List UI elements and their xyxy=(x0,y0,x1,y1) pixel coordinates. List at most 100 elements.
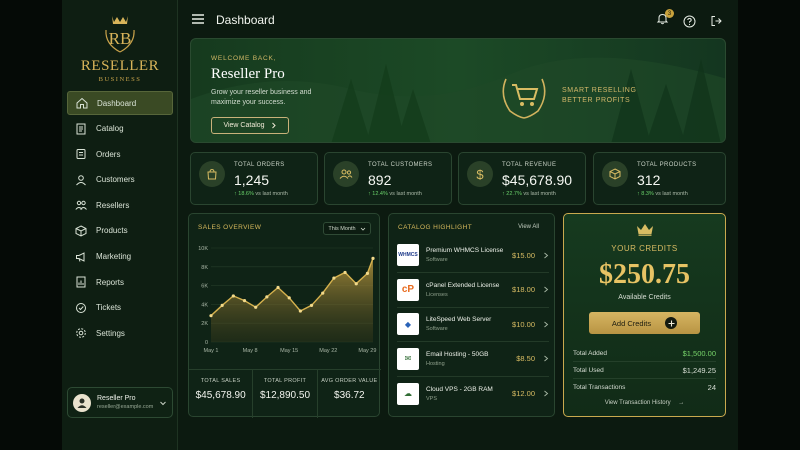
chevron-right-icon xyxy=(544,321,549,328)
data-point xyxy=(287,296,291,300)
catalog-item[interactable]: cP cPanel Extended License Licenses $18.00 xyxy=(397,273,549,308)
catalog-item-price: $12.00 xyxy=(512,389,535,399)
stat-card-revenue[interactable]: $ TOTAL REVENUE $45,678.90 ↑ 22.7% vs la… xyxy=(458,152,586,205)
view-transaction-history-link[interactable]: View Transaction History → xyxy=(564,400,725,406)
view-catalog-button[interactable]: View Catalog xyxy=(211,117,289,134)
summary-value: $45,678.90 xyxy=(195,390,246,401)
stat-trend: 8.3% xyxy=(641,191,654,197)
catalog-item-category: Licenses xyxy=(426,291,448,298)
catalog-item-name: Email Hosting - 50GB xyxy=(426,350,489,358)
sidebar-item-label: Customers xyxy=(96,175,135,185)
resellers-icon xyxy=(75,199,87,211)
sidebar-item-label: Catalog xyxy=(96,124,124,134)
hamburger-menu-icon[interactable] xyxy=(192,14,204,24)
stat-label: TOTAL CUSTOMERS xyxy=(368,162,433,168)
user-menu[interactable]: Reseller Pro reseller@example.com xyxy=(67,387,173,418)
sidebar-item-settings[interactable]: Settings xyxy=(67,321,173,345)
catalog-item-category: VPS xyxy=(426,395,438,402)
brand-logo[interactable]: RB RESELLER BUSINESS xyxy=(62,10,178,83)
user-name: Reseller Pro xyxy=(97,395,136,402)
notification-badge: 3 xyxy=(665,9,674,18)
stat-trend-text: vs last month xyxy=(255,191,288,197)
sales-chart[interactable]: 0 2K 4K 6K 8K 10K May 1 May 8 May 15 May 22 May 29 xyxy=(189,242,381,367)
credits-row-transactions: Total Transactions 24 xyxy=(573,379,716,396)
catalog-item[interactable]: ◆ LiteSpeed Web Server Software $10.00 xyxy=(397,307,549,343)
chevron-right-icon xyxy=(544,252,549,258)
stat-value: 892 xyxy=(368,172,392,188)
sidebar-item-products[interactable]: Products xyxy=(67,219,173,243)
page-title: Dashboard xyxy=(216,13,275,27)
stat-card-customers[interactable]: TOTAL CUSTOMERS 892 ↑ 12.4% vs last mont… xyxy=(324,152,452,205)
data-point xyxy=(231,294,235,298)
sidebar-item-tickets[interactable]: Tickets xyxy=(67,296,173,320)
sidebar: RB RESELLER BUSINESS Dashboard Catalog Ord… xyxy=(62,0,178,450)
catalog-logo-symbol: ✉ xyxy=(404,354,412,364)
view-all-link[interactable]: View All xyxy=(518,224,539,230)
catalog-logo-symbol: ◆ xyxy=(404,319,412,329)
chevron-down-icon xyxy=(360,227,365,231)
whmcs-icon: WHMCS xyxy=(397,244,419,266)
catalog-item[interactable]: ✉ Email Hosting - 50GB Hosting $8.50 xyxy=(397,342,549,377)
catalog-item[interactable]: ☁ Cloud VPS - 2GB RAM VPS $12.00 xyxy=(397,376,549,411)
customers-icon xyxy=(75,174,87,186)
sidebar-item-catalog[interactable]: Catalog xyxy=(67,117,173,141)
sidebar-item-orders[interactable]: Orders xyxy=(67,142,173,166)
summary-label: AVG ORDER VALUE xyxy=(321,378,378,384)
data-point xyxy=(371,256,375,260)
dollar-icon: $ xyxy=(476,166,484,182)
add-credits-button[interactable]: Add Credits xyxy=(589,312,700,334)
summary-total-sales: TOTAL SALES $45,678.90 xyxy=(189,370,254,418)
welcome-label: WELCOME BACK, xyxy=(211,55,277,62)
catalog-icon xyxy=(75,123,87,135)
period-select[interactable]: This Month xyxy=(323,222,371,235)
brand-subtitle: BUSINESS xyxy=(98,76,142,83)
sidebar-item-label: Dashboard xyxy=(97,98,137,108)
dashboard-icon xyxy=(76,97,88,109)
app-window: RB RESELLER BUSINESS Dashboard Catalog Ord… xyxy=(62,0,738,450)
box-icon xyxy=(609,168,621,180)
stat-trend-text: vs last month xyxy=(655,191,688,197)
catalog-item-name: LiteSpeed Web Server xyxy=(426,316,492,324)
catalog-item[interactable]: WHMCS Premium WHMCS License Software $15.00 xyxy=(397,238,549,273)
users-icon xyxy=(339,169,353,179)
y-tick-label: 8K xyxy=(201,265,208,271)
x-tick-label: May 1 xyxy=(204,348,219,354)
credits-amount: $250.75 xyxy=(599,259,690,290)
products-icon xyxy=(75,225,87,237)
chevron-right-icon xyxy=(271,122,276,129)
period-select-value: This Month xyxy=(328,225,356,232)
y-tick-label: 0 xyxy=(205,340,208,346)
sidebar-item-customers[interactable]: Customers xyxy=(67,168,173,192)
sidebar-item-label: Tickets xyxy=(96,303,122,313)
credits-row-used: Total Used $1,249.25 xyxy=(573,362,716,379)
chevron-right-icon xyxy=(544,391,549,397)
sidebar-item-reports[interactable]: Reports xyxy=(67,270,173,294)
catalog-item-category: Hosting xyxy=(426,360,445,367)
sidebar-item-marketing[interactable]: Marketing xyxy=(67,245,173,269)
y-tick-label: 6K xyxy=(201,284,208,290)
logout-icon[interactable] xyxy=(710,15,722,27)
sidebar-item-dashboard[interactable]: Dashboard xyxy=(67,91,173,115)
credits-row-added: Total Added $1,500.00 xyxy=(573,345,716,362)
help-icon[interactable] xyxy=(683,15,696,28)
stat-card-products[interactable]: TOTAL PRODUCTS 312 ↑ 8.3% vs last month xyxy=(593,152,726,205)
stat-card-orders[interactable]: TOTAL ORDERS 1,245 ↑ 18.6% vs last month xyxy=(190,152,318,205)
data-point xyxy=(365,271,370,275)
catalog-item-category: Software xyxy=(426,326,448,333)
tagline-line-2: BETTER PROFITS xyxy=(562,97,631,104)
sales-summary: TOTAL SALES $45,678.90 TOTAL PROFIT $12,… xyxy=(189,369,381,418)
avatar xyxy=(73,393,91,412)
cart-emblem-icon xyxy=(502,78,546,119)
sidebar-nav: Dashboard Catalog Orders Customers Resellers… xyxy=(67,91,173,347)
data-point xyxy=(276,285,280,290)
catalog-logo-text: WHMCS xyxy=(398,252,418,258)
summary-label: TOTAL SALES xyxy=(200,378,241,384)
logo-initials: RB xyxy=(109,29,132,48)
data-point xyxy=(354,282,358,286)
notifications-button[interactable]: 3 xyxy=(656,9,674,30)
stat-trend: 12.4% xyxy=(372,191,388,197)
summary-avg-order: AVG ORDER VALUE $36.72 xyxy=(318,370,381,418)
sidebar-item-resellers[interactable]: Resellers xyxy=(67,193,173,217)
email-icon: ✉ xyxy=(397,347,419,370)
stat-label: TOTAL ORDERS xyxy=(234,162,285,168)
